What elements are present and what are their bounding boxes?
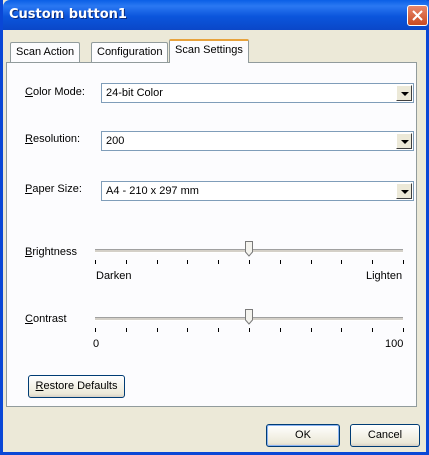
- contrast-tick: [341, 328, 342, 332]
- color-mode-select[interactable]: 24-bit Color: [101, 83, 414, 103]
- contrast-tick: [372, 328, 373, 332]
- cancel-button[interactable]: Cancel: [350, 424, 420, 447]
- brightness-tick: [157, 260, 158, 264]
- chevron-down-icon[interactable]: [396, 85, 412, 101]
- resolution-value: 200: [106, 135, 125, 147]
- tab-scan-action[interactable]: Scan Action: [10, 42, 81, 62]
- brightness-tick: [403, 260, 404, 264]
- tab-label: Configuration: [97, 46, 163, 58]
- paper-size-select[interactable]: A4 - 210 x 297 mm: [101, 181, 414, 201]
- tab-configuration[interactable]: Configuration: [91, 42, 169, 62]
- brightness-tick: [187, 260, 188, 264]
- brightness-tick: [372, 260, 373, 264]
- resolution-label-mnemonic: R: [25, 133, 33, 145]
- contrast-slider-thumb[interactable]: [245, 309, 253, 325]
- chevron-down-icon[interactable]: [396, 133, 412, 149]
- contrast-tick: [95, 328, 96, 332]
- tab-label: Scan Action: [16, 46, 75, 58]
- contrast-label: Contrast: [25, 313, 67, 325]
- paper-size-value: A4 - 210 x 297 mm: [106, 185, 199, 197]
- brightness-slider-thumb[interactable]: [245, 241, 253, 257]
- brightness-label-text: rightness: [32, 246, 77, 258]
- contrast-tick: [280, 328, 281, 332]
- contrast-tick: [126, 328, 127, 332]
- brightness-min-label: Darken: [96, 270, 132, 282]
- contrast-tick: [311, 328, 312, 332]
- restore-defaults-label: estore Defaults: [43, 380, 118, 392]
- brightness-tick: [95, 260, 96, 264]
- color-mode-value: 24-bit Color: [106, 87, 163, 99]
- tab-label: Scan Settings: [175, 44, 243, 56]
- brightness-max-label: Lighten: [366, 270, 403, 282]
- contrast-label-text: ontrast: [32, 313, 67, 325]
- tab-scan-settings[interactable]: Scan Settings: [169, 39, 249, 63]
- color-mode-label-mnemonic: C: [25, 86, 33, 98]
- scan-settings-panel: [6, 62, 417, 407]
- ok-label: OK: [295, 429, 311, 441]
- resolution-label-text: esolution:: [32, 133, 81, 145]
- brightness-tick: [311, 260, 312, 264]
- brightness-tick: [280, 260, 281, 264]
- paper-size-label: Paper Size:: [25, 183, 82, 195]
- cancel-label: Cancel: [367, 429, 403, 441]
- contrast-label-mnemonic: C: [25, 313, 33, 325]
- brightness-label: Brightness: [25, 246, 77, 258]
- resolution-label: Resolution:: [25, 133, 80, 145]
- contrast-tick: [403, 328, 404, 332]
- paper-size-label-text: aper Size:: [32, 183, 82, 195]
- brightness-tick: [249, 260, 250, 264]
- window-title: Custom button1: [9, 7, 127, 22]
- contrast-tick: [218, 328, 219, 332]
- close-icon: [412, 10, 423, 21]
- resolution-select[interactable]: 200: [101, 131, 414, 151]
- color-mode-label: Color Mode:: [25, 86, 85, 98]
- contrast-min-label: 0: [93, 338, 100, 350]
- restore-defaults-button[interactable]: Restore Defaults: [28, 375, 125, 398]
- brightness-tick: [126, 260, 127, 264]
- ok-button[interactable]: OK: [266, 424, 340, 447]
- color-mode-label-text: olor Mode:: [32, 86, 85, 98]
- brightness-tick: [341, 260, 342, 264]
- contrast-tick: [157, 328, 158, 332]
- brightness-tick: [218, 260, 219, 264]
- chevron-down-icon[interactable]: [396, 183, 412, 199]
- contrast-tick: [187, 328, 188, 332]
- title-bar[interactable]: Custom button1: [3, 0, 429, 30]
- contrast-max-label: 100: [385, 338, 404, 350]
- close-button[interactable]: [407, 5, 428, 26]
- contrast-tick: [249, 328, 250, 332]
